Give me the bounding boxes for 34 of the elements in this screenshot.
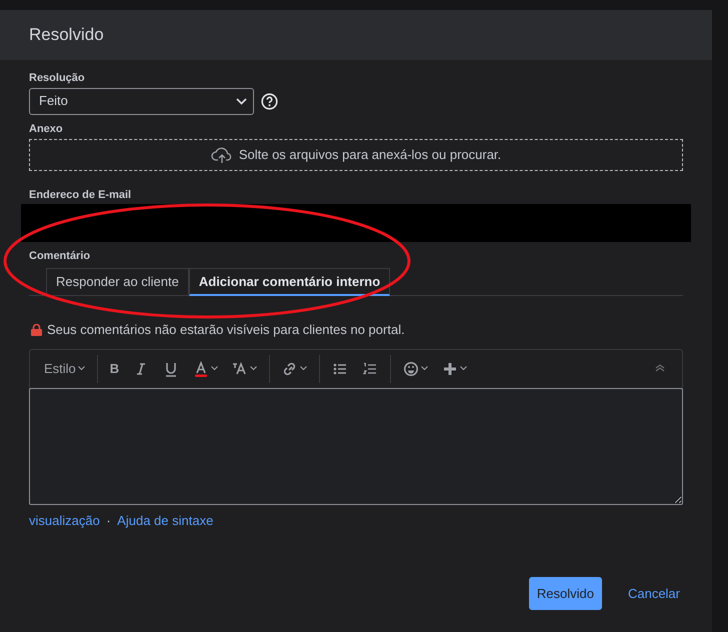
comment-tab[interactable]: Adicionar comentário interno	[188, 268, 390, 296]
cancel-button[interactable]: Cancelar	[622, 582, 686, 604]
lock-icon	[31, 324, 42, 336]
plus-icon	[442, 360, 458, 376]
style-dropdown[interactable]: Estilo	[38, 356, 91, 380]
caret-icon	[250, 366, 258, 371]
caret-icon	[211, 366, 218, 371]
chevron-down-icon	[236, 98, 247, 104]
bullet-list-icon	[332, 360, 348, 376]
comment-input[interactable]	[29, 388, 683, 504]
file-dropzone[interactable]: Solte os arquivos para anexá-los ou procurar.	[29, 138, 683, 170]
caret-icon	[78, 366, 85, 371]
numbered-list-icon	[362, 360, 378, 376]
field-label: Endereco de E-mail	[29, 188, 132, 202]
separator-dot: ·	[106, 512, 111, 530]
emoji-icon	[403, 360, 420, 376]
cloud-upload-icon	[210, 146, 233, 164]
caret-icon	[300, 366, 308, 371]
resolve-button[interactable]: Resolvido	[528, 576, 602, 610]
bold-button[interactable]: B	[104, 356, 126, 380]
caret-icon	[421, 366, 428, 371]
resolution-select[interactable]: Feito	[29, 88, 254, 114]
visibility-notice: Seus comentários não estarão visíveis para clientes no portal.	[47, 321, 405, 339]
help-icon[interactable]	[260, 92, 278, 110]
field-label: Resolução	[29, 71, 86, 86]
dialog-title: Resolvido	[29, 24, 104, 46]
field-label: Comentário	[29, 249, 92, 264]
editor-link[interactable]: visualização	[29, 511, 100, 530]
field-label: Anexo	[29, 122, 64, 137]
editor-link[interactable]: Ajuda de sintaxe	[117, 511, 214, 530]
clear-format-icon	[232, 360, 248, 376]
text-color-icon	[193, 360, 210, 376]
caret-icon	[460, 366, 468, 371]
comment-tab[interactable]: Responder ao cliente	[46, 268, 189, 295]
